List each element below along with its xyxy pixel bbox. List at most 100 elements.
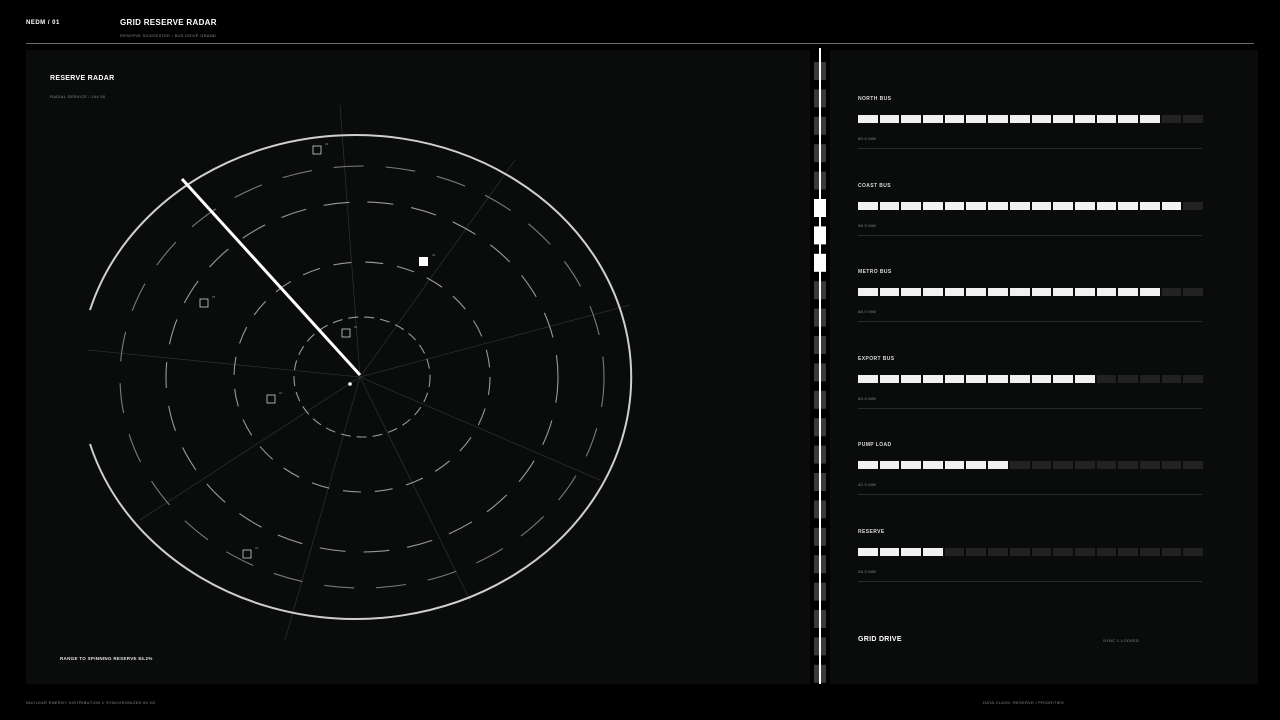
meters-panel [830,50,1258,684]
meter-segment [1009,375,1030,383]
meter-segment [1096,288,1117,296]
meter-segment [1053,288,1073,296]
svg-text:01: 01 [279,391,283,395]
meter-segment [901,548,922,556]
meter-segment [923,115,943,123]
meter-label: METRO BUS [858,269,892,275]
meter-value: 42.0 MW [858,482,877,487]
meter-segment [858,288,878,296]
svg-text:02: 02 [432,253,436,257]
meter-segment [944,288,965,296]
meter-segment [1183,202,1203,210]
meter-bar-coast-bus [858,202,1203,210]
meter-segment [923,461,943,469]
target-marker: 06 [341,325,358,338]
meter-value: 26.0 MW [858,569,877,574]
meter-segment [1053,375,1073,383]
meter-segment [1161,461,1182,469]
meter-segment [1096,115,1117,123]
meter-bar-metro-bus [858,288,1203,296]
meter-segment [988,202,1008,210]
grid-drive-status: SYNC // LOCKED [1103,638,1140,643]
meter-divider [858,321,1202,322]
meter-segment [901,202,922,210]
meter-segment [1139,115,1160,123]
meter-segment [1009,115,1030,123]
meter-segment [1183,288,1203,296]
meter-bar-export-bus [858,375,1203,383]
meter-segment [1074,375,1095,383]
footer-left-text: NUCLEAR ENERGY DISTRIBUTION // SYNCHRONI… [26,700,156,705]
meter-segment [1118,202,1138,210]
meter-segment [1118,375,1138,383]
meter-value: 89.0 MW [858,136,877,141]
meter-segment [1139,375,1160,383]
meter-segment [944,202,965,210]
meter-segment [858,461,878,469]
meter-value: 96.0 MW [858,223,877,228]
svg-text:04: 04 [325,142,329,146]
meter-segment [858,115,878,123]
meter-segment [1009,461,1030,469]
radar-range-readout: RANGE TO SPINNING RESERVE 84.2% [60,656,153,661]
meter-segment [901,115,922,123]
meter-label: RESERVE [858,529,885,535]
meter-segment [923,288,943,296]
meter-segment [1096,548,1117,556]
meter-divider [858,408,1202,409]
meter-segment [858,375,878,383]
meter-segment [966,461,987,469]
meter-segment [966,202,987,210]
svg-text:05: 05 [212,295,216,299]
meter-segment [1118,115,1138,123]
meter-value: 65.0 MW [858,396,877,401]
meter-segment [879,375,900,383]
meter-segment [966,115,987,123]
meter-segment [923,375,943,383]
meter-segment [1031,202,1052,210]
meter-segment [1031,461,1052,469]
target-marker-active: 02 [419,253,436,266]
meter-divider [858,148,1202,149]
meter-segment [901,375,922,383]
meter-segment [966,548,987,556]
meter-segment [966,375,987,383]
meter-segment [1139,548,1160,556]
target-marker: 03 [242,546,259,559]
meter-segment [1074,461,1095,469]
meter-segment [1118,548,1138,556]
meter-segment [1031,548,1052,556]
meter-segment [1096,202,1117,210]
meter-value: 88.0 MW [858,309,877,314]
target-marker: 01 [266,391,283,404]
meter-segment [1161,288,1182,296]
meter-segment [879,461,900,469]
meter-segment [923,202,943,210]
meter-segment [879,548,900,556]
meter-segment [1139,461,1160,469]
meter-segment [1053,461,1073,469]
meter-segment [1031,115,1052,123]
meter-divider [858,581,1202,582]
meter-segment [879,115,900,123]
radar-center [348,382,352,386]
meter-segment [1118,461,1138,469]
meter-segment [988,548,1008,556]
radar-rings [119,165,605,589]
meter-segment [879,202,900,210]
meter-segment [944,461,965,469]
meter-segment [988,461,1008,469]
meter-segment [1074,202,1095,210]
meter-segment [1183,461,1203,469]
meter-segment [1074,115,1095,123]
meter-segment [1161,375,1182,383]
meter-segment [1096,461,1117,469]
meter-segment [1183,375,1203,383]
meter-segment [966,288,987,296]
meter-bar-north-bus [858,115,1203,123]
meter-segment [1009,202,1030,210]
meter-segment [1161,548,1182,556]
meter-segment [879,288,900,296]
meter-segment [858,548,878,556]
meter-label: COAST BUS [858,183,892,189]
